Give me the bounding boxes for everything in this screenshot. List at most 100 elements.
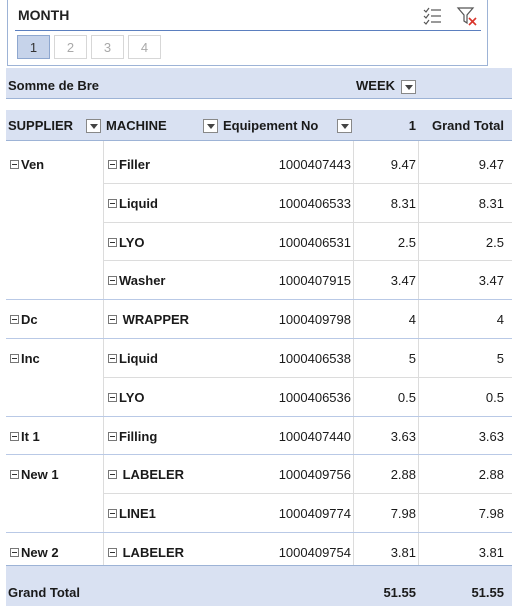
- machine-cell[interactable]: Filling: [108, 429, 157, 444]
- week-value: 4: [408, 312, 416, 327]
- row-total: 9.47: [478, 157, 504, 172]
- collapse-icon[interactable]: [10, 354, 19, 364]
- machine-cell[interactable]: LYO: [108, 235, 145, 250]
- equipment-number: 1000409774: [278, 506, 351, 521]
- row-total: 2.88: [478, 467, 504, 482]
- collapse-icon[interactable]: [108, 393, 117, 403]
- machine-filter-button[interactable]: [203, 119, 218, 133]
- supplier-cell[interactable]: New 2: [10, 545, 59, 560]
- collapse-icon[interactable]: [10, 432, 19, 442]
- collapse-icon[interactable]: [10, 315, 19, 325]
- supplier-cell[interactable]: New 1: [10, 467, 59, 482]
- row-total: 3.81: [478, 545, 504, 560]
- machine-name: LINE1: [119, 506, 156, 521]
- machine-cell[interactable]: LABELER: [108, 467, 184, 482]
- equipment-number: 1000407443: [278, 157, 351, 172]
- equipment-number: 1000406538: [278, 351, 351, 366]
- supplier-header: SUPPLIER: [8, 118, 74, 133]
- equipment-number: 1000409754: [278, 545, 351, 560]
- slicer-button-4[interactable]: 4: [128, 35, 161, 59]
- supplier-name: Inc: [21, 351, 40, 366]
- collapse-icon[interactable]: [108, 470, 117, 480]
- row-line: [103, 377, 512, 378]
- row-line: [6, 299, 512, 300]
- row-line: [6, 454, 512, 455]
- machine-cell[interactable]: Liquid: [108, 196, 158, 211]
- collapse-icon[interactable]: [108, 509, 117, 519]
- row-line: [6, 338, 512, 339]
- row-line: [103, 222, 512, 223]
- supplier-cell[interactable]: Inc: [10, 351, 40, 366]
- multi-select-icon[interactable]: [421, 6, 443, 26]
- row-total: 7.98: [478, 506, 504, 521]
- collapse-icon[interactable]: [108, 548, 117, 558]
- collapse-icon[interactable]: [10, 548, 19, 558]
- header-divider: [6, 140, 512, 141]
- equipment-number: 1000407915: [278, 273, 351, 288]
- machine-cell[interactable]: WRAPPER: [108, 312, 189, 327]
- supplier-name: New 2: [21, 545, 59, 560]
- week-value: 2.88: [390, 467, 416, 482]
- equipment-number: 1000406531: [278, 235, 351, 250]
- collapse-icon[interactable]: [108, 315, 117, 325]
- row-line: [103, 493, 512, 494]
- slicer-button-1[interactable]: 1: [17, 35, 50, 59]
- header-divider: [6, 98, 512, 99]
- machine-name: Filler: [119, 157, 151, 172]
- equipment-number: 1000406533: [278, 196, 351, 211]
- row-total: 3.63: [478, 429, 504, 444]
- row-total: 5: [496, 351, 504, 366]
- week-value: 2.5: [397, 235, 416, 250]
- collapse-icon[interactable]: [108, 160, 117, 170]
- row-total: 2.5: [485, 235, 504, 250]
- week-value: 3.63: [390, 429, 416, 444]
- clear-filter-icon[interactable]: [456, 6, 478, 26]
- machine-name: Washer: [119, 273, 166, 288]
- machine-name: LYO: [119, 390, 145, 405]
- slicer-button-2[interactable]: 2: [54, 35, 87, 59]
- slicer-button-3[interactable]: 3: [91, 35, 124, 59]
- machine-cell[interactable]: Washer: [108, 273, 165, 288]
- collapse-icon[interactable]: [10, 470, 19, 480]
- supplier-cell[interactable]: Dc: [10, 312, 38, 327]
- machine-name: LABELER: [119, 545, 184, 560]
- week-1-header: 1: [408, 118, 416, 133]
- supplier-filter-button[interactable]: [86, 119, 101, 133]
- row-total: 8.31: [478, 196, 504, 211]
- row-line: [6, 416, 512, 417]
- collapse-icon[interactable]: [108, 354, 117, 364]
- grid-line: [353, 141, 354, 565]
- supplier-cell[interactable]: Ven: [10, 157, 44, 172]
- machine-cell[interactable]: Liquid: [108, 351, 158, 366]
- grand-total-label: Grand Total: [8, 585, 80, 600]
- supplier-name: New 1: [21, 467, 59, 482]
- grand-total-header: Grand Total: [432, 118, 504, 133]
- machine-cell[interactable]: LINE1: [108, 506, 156, 521]
- supplier-cell[interactable]: It 1: [10, 429, 40, 444]
- collapse-icon[interactable]: [108, 199, 117, 209]
- machine-cell[interactable]: LYO: [108, 390, 145, 405]
- grid-line: [103, 141, 104, 565]
- row-total: 0.5: [485, 390, 504, 405]
- week-value: 3.47: [390, 273, 416, 288]
- equipment-filter-button[interactable]: [337, 119, 352, 133]
- slicer-buttons: 1 2 3 4: [17, 35, 161, 59]
- machine-cell[interactable]: LABELER: [108, 545, 184, 560]
- collapse-icon[interactable]: [108, 238, 117, 248]
- row-line: [6, 532, 512, 533]
- week-field-label: WEEK: [356, 78, 395, 93]
- collapse-icon[interactable]: [108, 432, 117, 442]
- slicer-title: MONTH: [18, 7, 70, 23]
- supplier-name: It 1: [21, 429, 40, 444]
- machine-name: LABELER: [119, 467, 184, 482]
- collapse-icon[interactable]: [10, 160, 19, 170]
- machine-cell[interactable]: Filler: [108, 157, 150, 172]
- month-slicer: MONTH 1 2 3 4: [7, 0, 488, 66]
- week-value: 8.31: [390, 196, 416, 211]
- week-value: 7.98: [390, 506, 416, 521]
- collapse-icon[interactable]: [108, 276, 117, 286]
- week-value: 9.47: [390, 157, 416, 172]
- machine-name: WRAPPER: [119, 312, 190, 327]
- week-filter-button[interactable]: [401, 80, 416, 94]
- row-total: 3.47: [478, 273, 504, 288]
